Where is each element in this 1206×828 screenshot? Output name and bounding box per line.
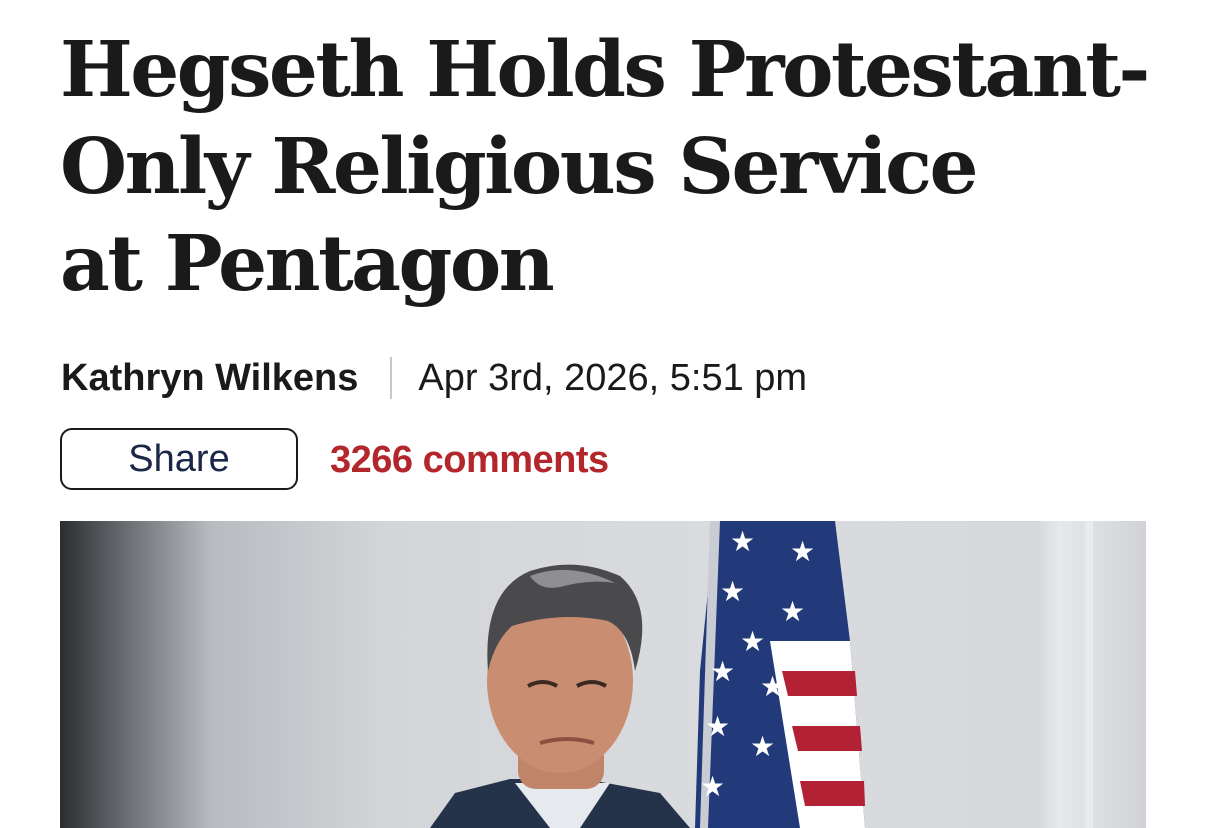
byline-divider	[390, 357, 393, 399]
svg-text:★: ★	[730, 525, 755, 558]
svg-text:★: ★	[700, 770, 725, 803]
comments-link[interactable]: 3266 comments	[330, 436, 609, 484]
svg-text:★: ★	[720, 575, 745, 608]
headline-line-1: Hegseth Holds Protestant-	[60, 25, 1150, 115]
publish-date: Apr 3rd, 2026, 5:51 pm	[418, 356, 808, 399]
flag-image: ★ ★ ★ ★ ★ ★ ★ ★ ★ ★	[695, 521, 865, 828]
article-photo: ★ ★ ★ ★ ★ ★ ★ ★ ★ ★	[60, 521, 1146, 828]
svg-text:★: ★	[750, 730, 775, 763]
person-image	[430, 564, 690, 828]
article-headline: Hegseth Holds Protestant- Only Religious…	[60, 22, 1160, 313]
svg-text:★: ★	[780, 595, 805, 628]
byline: Kathryn Wilkens Apr 3rd, 2026, 5:51 pm	[61, 354, 807, 402]
svg-text:★: ★	[705, 710, 730, 743]
svg-text:★: ★	[740, 625, 765, 658]
svg-text:★: ★	[790, 535, 815, 568]
headline-line-3: at Pentagon	[60, 219, 555, 309]
headline-line-2: Only Religious Service	[60, 122, 978, 212]
svg-text:★: ★	[710, 655, 735, 688]
author-name[interactable]: Kathryn Wilkens	[61, 357, 358, 400]
svg-text:★: ★	[760, 670, 785, 703]
share-button[interactable]: Share	[60, 428, 298, 490]
